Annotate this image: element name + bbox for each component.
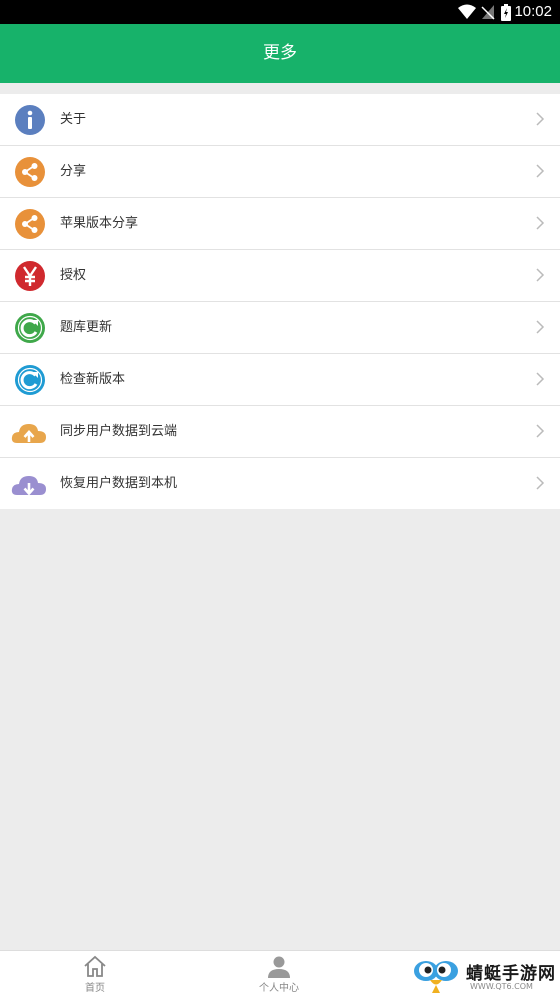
menu-item-ios-share[interactable]: 苹果版本分享: [0, 198, 560, 250]
tab-profile[interactable]: 个人中心: [219, 951, 339, 996]
menu-item-restore-from-cloud[interactable]: 恢复用户数据到本机: [0, 458, 560, 509]
info-icon: [15, 105, 45, 135]
wifi-icon: [458, 4, 476, 19]
menu-item-authorization[interactable]: 授权: [0, 250, 560, 302]
watermark-url: WWW.QT6.COM: [470, 982, 533, 991]
page-title: 更多: [263, 43, 297, 63]
chevron-right-icon: [536, 164, 545, 178]
share-icon: [15, 157, 45, 187]
tab-label: 首页: [85, 983, 105, 994]
share-icon: [15, 209, 45, 239]
menu-item-label: 同步用户数据到云端: [60, 424, 178, 439]
watermark-title: 蜻蜓手游网: [466, 964, 556, 984]
menu-item-label: 苹果版本分享: [60, 216, 139, 231]
menu-item-label: 检查新版本: [60, 372, 126, 387]
refresh-icon: [15, 313, 45, 343]
battery-icon: [501, 4, 511, 21]
menu-item-label: 恢复用户数据到本机: [60, 476, 178, 491]
menu-item-about[interactable]: 关于: [0, 94, 560, 146]
chevron-right-icon: [536, 424, 545, 438]
dragonfly-logo-icon: [414, 961, 458, 993]
cloud-upload-icon: [11, 424, 46, 443]
menu-item-share[interactable]: 分享: [0, 146, 560, 198]
yen-icon: [15, 261, 45, 291]
menu-item-label: 授权: [60, 268, 87, 283]
chevron-right-icon: [536, 112, 545, 126]
no-signal-icon: [481, 5, 495, 20]
cloud-download-icon: [11, 476, 46, 496]
menu-item-question-bank-update[interactable]: 题库更新: [0, 302, 560, 354]
menu-item-sync-to-cloud[interactable]: 同步用户数据到云端: [0, 406, 560, 458]
tab-home[interactable]: 首页: [35, 951, 155, 996]
menu-item-label: 分享: [60, 164, 87, 179]
menu-item-check-version[interactable]: 检查新版本: [0, 354, 560, 406]
status-time: 10:02: [514, 3, 552, 20]
status-bar: 10:02: [0, 0, 560, 24]
chevron-right-icon: [536, 372, 545, 386]
person-icon: [268, 956, 290, 978]
tab-label: 个人中心: [259, 983, 299, 994]
menu-item-label: 关于: [60, 112, 87, 127]
home-icon: [84, 955, 106, 977]
chevron-right-icon: [536, 216, 545, 230]
app-bar: 更多: [0, 24, 560, 83]
watermark-logo: 蜻蜓手游网 WWW.QT6.COM: [410, 955, 560, 995]
refresh-icon: [15, 365, 45, 395]
chevron-right-icon: [536, 268, 545, 282]
chevron-right-icon: [536, 476, 545, 490]
settings-list: 关于 分享 苹果版本分享 授权 题库更新 检查新版本 同步用户数据到云端 恢复用…: [0, 94, 560, 509]
menu-item-label: 题库更新: [60, 320, 113, 335]
chevron-right-icon: [536, 320, 545, 334]
